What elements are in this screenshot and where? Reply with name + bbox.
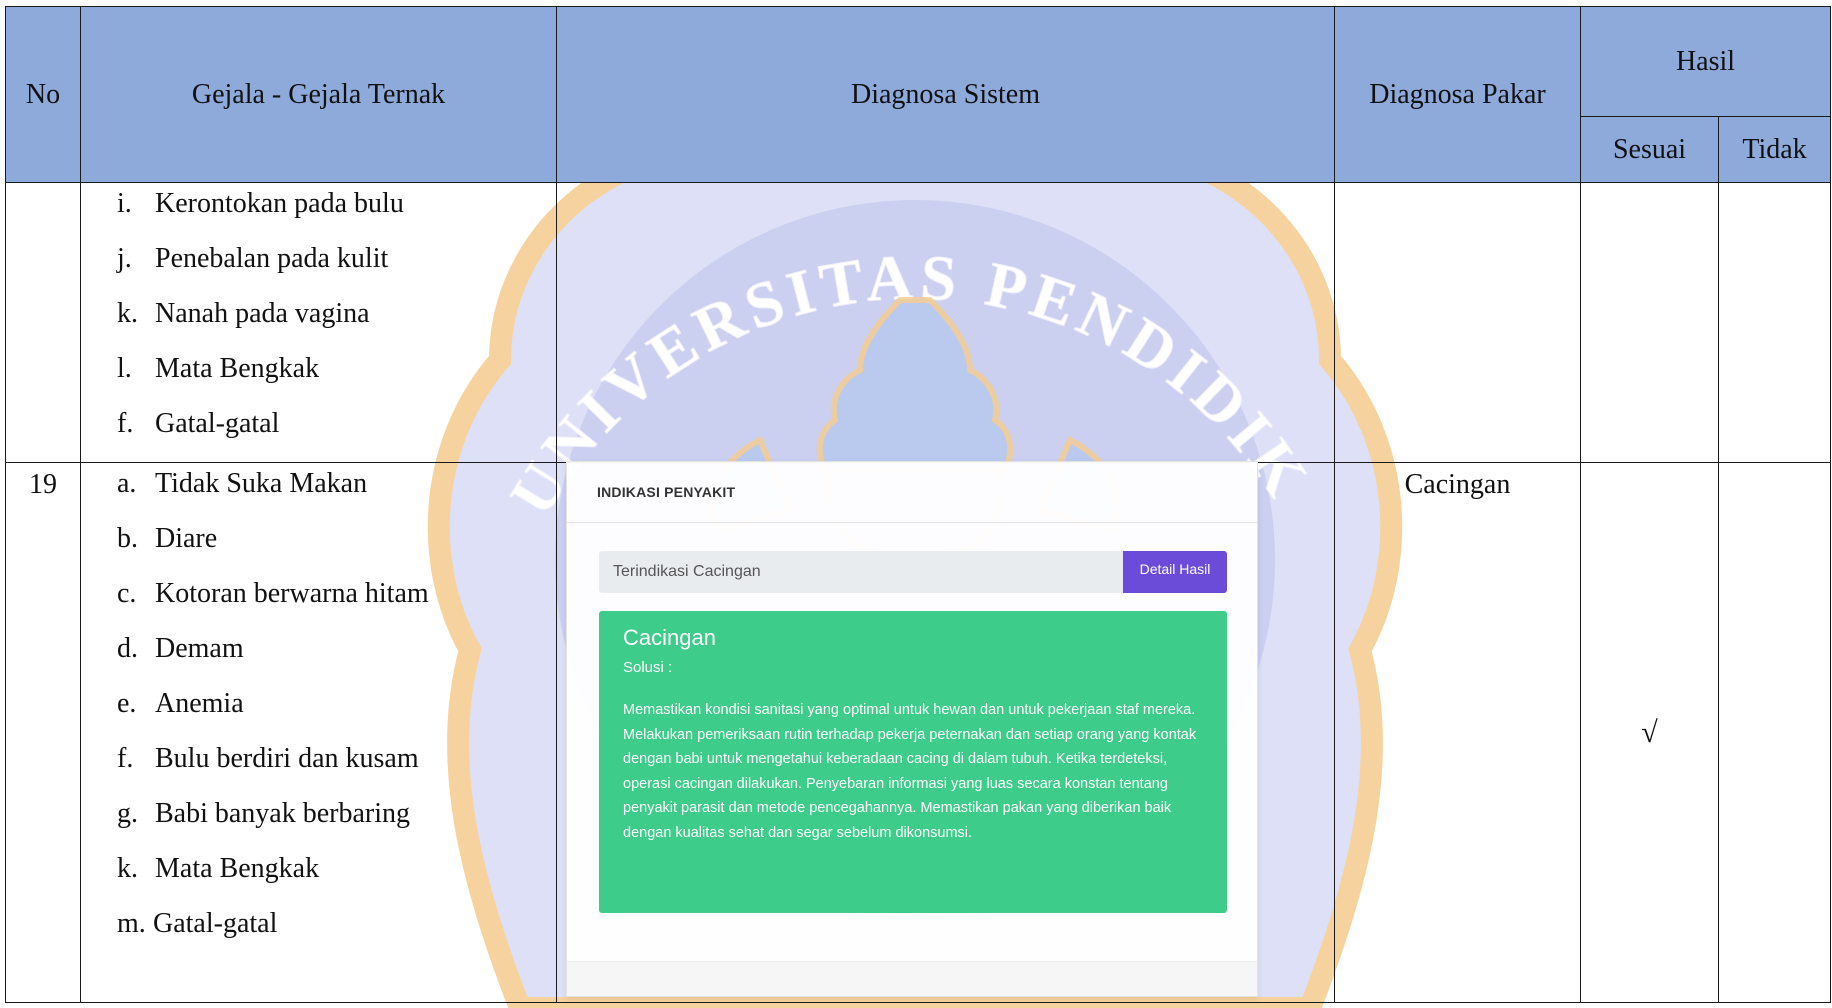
diagnosa-pakar-value: Cacingan [1334, 462, 1581, 1003]
solution-alert: Cacingan Solusi : Memastikan kondisi san… [599, 611, 1227, 913]
diagnosa-sistem-cell [556, 182, 1335, 463]
symptom-list: a. Tidak Suka Makan b. Diare c. Kotoran ber… [81, 463, 556, 962]
list-item: f. Gatal-gatal [117, 408, 280, 439]
detail-hasil-button[interactable]: Detail Hasil [1123, 551, 1227, 593]
header-diagnosa-pakar: Diagnosa Pakar [1334, 6, 1581, 183]
symptom-cell: a. Tidak Suka Makan b. Diare c. Kotoran ber… [80, 462, 557, 1003]
header-sesuai: Sesuai [1580, 116, 1719, 183]
list-item: d. Demam [117, 633, 244, 664]
card-footer [567, 961, 1257, 996]
list-item: c. Kotoran berwarna hitam [117, 578, 429, 609]
list-item: b. Diare [117, 523, 218, 554]
sesuai-check-mark: √ [1580, 462, 1719, 1003]
list-item: f. Bulu berdiri dan kusam [117, 743, 419, 774]
header-diagnosa-sistem: Diagnosa Sistem [556, 6, 1335, 183]
list-item: a. Tidak Suka Makan [117, 468, 368, 499]
list-item: j. Penebalan pada kulit [117, 243, 389, 274]
row-number [5, 182, 81, 463]
list-item: m. Gatal-gatal [117, 908, 278, 939]
symptom-list: i. Kerontokan pada bulu j. Penebalan pada … [81, 183, 556, 462]
list-item: g. Babi banyak berbaring [117, 798, 411, 829]
list-item: l. Mata Bengkak [117, 353, 320, 384]
list-item: i. Kerontokan pada bulu [117, 188, 404, 219]
result-field[interactable]: Terindikasi Cacingan [599, 551, 1123, 593]
sesuai-cell [1580, 182, 1719, 463]
header-no: No [5, 6, 81, 183]
disease-title: Cacingan [623, 625, 716, 650]
tidak-cell [1718, 462, 1831, 1003]
solusi-text: Memastikan kondisi sanitasi yang optimal… [623, 702, 1197, 841]
symptom-cell: i. Kerontokan pada bulu j. Penebalan pada … [80, 182, 557, 463]
diagnosa-pakar-cell [1334, 182, 1581, 463]
card-title: INDIKASI PENYAKIT [567, 462, 1257, 523]
solusi-label: Solusi : [623, 659, 673, 676]
header-tidak: Tidak [1718, 116, 1831, 183]
list-item: e. Anemia [117, 688, 244, 719]
table-row: i. Kerontokan pada bulu j. Penebalan pada … [5, 182, 1831, 463]
header-hasil: Hasil [1580, 6, 1831, 117]
indikasi-penyakit-card: INDIKASI PENYAKIT Terindikasi Cacingan D… [566, 461, 1258, 997]
list-item: k. Mata Bengkak [117, 853, 320, 884]
tidak-cell [1718, 182, 1831, 463]
row-number: 19 [5, 462, 81, 1003]
result-input-group: Terindikasi Cacingan Detail Hasil [599, 551, 1227, 593]
list-item: k. Nanah pada vagina [117, 298, 370, 329]
header-gejala: Gejala - Gejala Ternak [80, 6, 557, 183]
